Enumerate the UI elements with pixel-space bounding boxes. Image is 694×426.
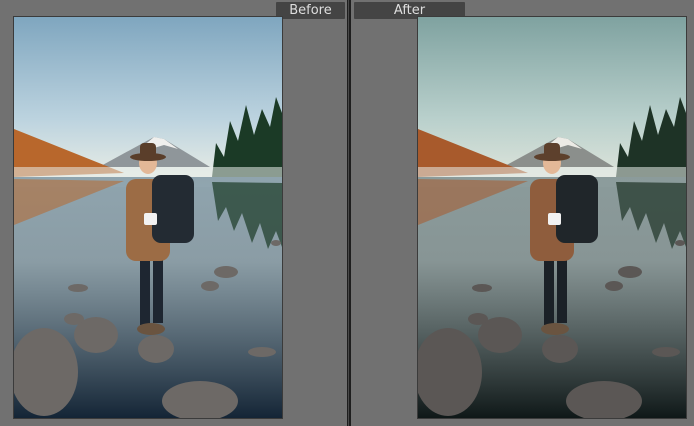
rock xyxy=(468,313,488,325)
landscape-scene xyxy=(418,17,686,418)
hiker-leg xyxy=(153,257,163,323)
rock xyxy=(201,281,219,291)
rock xyxy=(214,266,238,278)
rock xyxy=(542,335,578,363)
landscape-scene xyxy=(14,17,282,418)
rock xyxy=(605,281,623,291)
hat-crown xyxy=(544,143,560,157)
rock xyxy=(675,240,685,246)
hiker-boot xyxy=(137,323,165,335)
rock xyxy=(248,347,276,357)
rock xyxy=(64,313,84,325)
rock xyxy=(618,266,642,278)
before-label: Before xyxy=(276,2,345,19)
rock xyxy=(652,347,680,357)
hiker-mug xyxy=(144,213,157,225)
backpack xyxy=(556,175,598,243)
hiker-leg xyxy=(544,257,554,325)
after-photo xyxy=(417,16,687,419)
hiker-boot xyxy=(541,323,569,335)
hiker-leg xyxy=(140,257,150,325)
compare-splitter[interactable] xyxy=(347,0,351,426)
rock xyxy=(68,284,88,292)
rock xyxy=(271,240,281,246)
backpack xyxy=(152,175,194,243)
rock xyxy=(138,335,174,363)
rock xyxy=(472,284,492,292)
hiker-leg xyxy=(557,257,567,323)
before-photo xyxy=(13,16,283,419)
hiker-mug xyxy=(548,213,561,225)
hat-crown xyxy=(140,143,156,157)
